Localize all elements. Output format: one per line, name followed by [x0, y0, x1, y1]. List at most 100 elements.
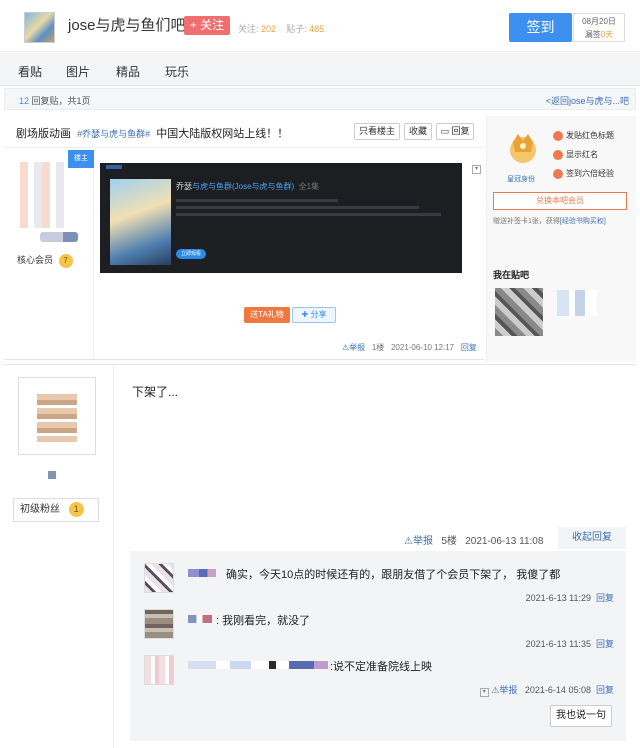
- nav-tab-fun[interactable]: 玩乐: [165, 63, 189, 80]
- followers-label: 关注:: [238, 24, 259, 34]
- video-description: [176, 196, 446, 226]
- post-floor-5: 初级粉丝 1 下架了... ⚠举报 5楼 2021-06-13 11:08 收起…: [4, 364, 636, 748]
- collapse-replies-button[interactable]: 收起回复: [558, 527, 626, 549]
- crown-label: 皇冠身份: [507, 176, 535, 183]
- posts-label: 贴子:: [286, 24, 307, 34]
- username-pixelated[interactable]: [188, 569, 216, 577]
- video-title-highlight: 与虎与鱼群(Jose与虎与鱼群): [192, 182, 295, 191]
- sign-in-button[interactable]: 签到: [509, 13, 572, 42]
- forum-title[interactable]: jose与虎与鱼们吧: [68, 14, 186, 35]
- username-pixelated[interactable]: [40, 232, 78, 242]
- username-pixelated[interactable]: [188, 661, 328, 669]
- fan-badge-label: 初级粉丝: [20, 504, 60, 515]
- video-cover-image[interactable]: [110, 179, 171, 265]
- reply-meta: 2021-6-13 11:29 回复: [526, 591, 614, 604]
- post-content: 下架了...: [132, 385, 179, 399]
- report-link[interactable]: ⚠举报: [491, 685, 517, 695]
- avatar[interactable]: [144, 563, 174, 593]
- post-reply-link[interactable]: 回复: [461, 343, 477, 352]
- video-episodes: 全1集: [298, 182, 320, 191]
- write-reply-button[interactable]: 我也说一句: [550, 705, 612, 727]
- nav-tab-posts[interactable]: 看贴: [18, 63, 42, 80]
- back-to-forum-link[interactable]: <返回jose与虎与...吧: [546, 94, 629, 107]
- avatar[interactable]: [18, 377, 96, 455]
- only-op-button[interactable]: 只看楼主: [354, 123, 400, 140]
- warning-icon: ⚠: [404, 536, 413, 547]
- post-time: 2021-06-10 12:17: [390, 343, 455, 352]
- post-author-panel: 初级粉丝 1: [4, 365, 114, 748]
- reply-count-text: 回复贴，共1页: [31, 96, 91, 106]
- perk-red-name: 显示红名: [553, 149, 598, 160]
- followers-count: 202: [261, 24, 277, 34]
- post-floor: 5楼: [441, 536, 457, 547]
- crown-icon: [510, 134, 536, 163]
- send-gift-button[interactable]: 送TA礼物: [244, 307, 290, 323]
- video-title: 乔瑟与虎与鱼群(Jose与虎与鱼群) 全1集: [176, 181, 319, 192]
- forum-stats: 关注: 202 贴子: 485: [238, 22, 324, 35]
- medal-icon: [553, 168, 563, 179]
- sign-missing-days: 0天: [600, 30, 614, 39]
- thread-title: 剧场版动画 #乔瑟与虎与鱼群# 中国大陆版权网站上线！！: [16, 125, 288, 141]
- reply-meta: 2021-6-13 11:35 回复: [526, 637, 614, 650]
- username-pixelated[interactable]: [48, 471, 56, 479]
- post-time: 2021-06-13 11:08: [465, 536, 544, 547]
- redeem-vip-button[interactable]: 兑换本吧会员: [493, 192, 627, 210]
- reply-link[interactable]: 回复: [596, 639, 614, 649]
- reply-text: 确实，今天10点的时候还有的，跟朋友借了个会员下架了， 我傻了都: [226, 569, 561, 581]
- post-author-panel: 楼主 核心会员 7: [4, 150, 94, 360]
- video-card-tab: [106, 165, 122, 169]
- posts-count: 485: [309, 24, 325, 34]
- member-badge: 核心会员 7: [14, 252, 73, 269]
- perk-red-title: 发贴红色标题: [553, 130, 614, 141]
- video-play-button[interactable]: 立即观看: [176, 249, 206, 259]
- exp-book-link[interactable]: [经验书购买权]: [560, 218, 606, 225]
- thread-tag[interactable]: #乔瑟与虎与鱼群#: [77, 129, 150, 139]
- member-badge-label: 核心会员: [17, 255, 54, 265]
- reply-time: 2021-6-13 11:35: [525, 639, 591, 649]
- avatar[interactable]: [495, 288, 543, 336]
- reply-count: 12 回复贴，共1页: [19, 94, 91, 107]
- reply-list: 确实，今天10点的时候还有的，跟朋友借了个会员下架了， 我傻了都 2021-6-…: [130, 551, 626, 741]
- post-meta: ⚠举报 5楼 2021-06-13 11:08: [404, 532, 543, 547]
- avatar[interactable]: [144, 655, 174, 685]
- perk-label: 显示红名: [566, 150, 598, 159]
- thread-category: 剧场版动画: [16, 128, 71, 140]
- follow-button[interactable]: + 关注: [184, 16, 230, 35]
- reply-link[interactable]: 回复: [596, 685, 614, 695]
- share-label: 分享: [310, 310, 327, 319]
- username-pixelated[interactable]: [188, 615, 212, 623]
- report-link[interactable]: ⚠举报: [404, 536, 433, 547]
- favorite-button[interactable]: 收藏: [404, 123, 432, 140]
- report-label: 举报: [499, 685, 518, 695]
- dropdown-arrow-icon[interactable]: ▾: [479, 688, 489, 697]
- perk-label: 签到六倍经验: [566, 169, 614, 178]
- video-card[interactable]: 乔瑟与虎与鱼群(Jose与虎与鱼群) 全1集 立即观看: [100, 163, 462, 273]
- report-link[interactable]: ⚠举报: [342, 343, 365, 352]
- username-pixelated[interactable]: [557, 290, 597, 316]
- thread-title-bar: 剧场版动画 #乔瑟与虎与鱼群# 中国大陆版权网站上线！！ 只看楼主 收藏 ▭ 回…: [4, 116, 484, 148]
- nav-tab-featured[interactable]: 精品: [116, 63, 140, 80]
- reply-time: 2021-6-14 05:08: [524, 685, 591, 695]
- avatar[interactable]: [20, 162, 64, 228]
- report-label: 举报: [349, 343, 366, 352]
- reply-link[interactable]: 回复: [596, 593, 614, 603]
- reply-count-number: 12: [19, 96, 30, 106]
- video-title-prefix: 乔瑟: [176, 182, 192, 191]
- nav-tab-images[interactable]: 图片: [66, 63, 90, 80]
- my-forum-title: 我在贴吧: [493, 270, 530, 280]
- medal-icon: [553, 130, 563, 141]
- perk-label: 发贴红色标题: [566, 131, 614, 140]
- list-item: :说不定准备院线上映 ▾ ⚠举报 2021-6-14 05:08 回复: [144, 655, 614, 697]
- report-label: 举报: [412, 536, 433, 547]
- sign-date: 08月20日: [582, 17, 616, 26]
- reply-button[interactable]: ▭ 回复: [436, 123, 474, 140]
- reply-count-bar: 12 回复贴，共1页 <返回jose与虎与...吧: [4, 88, 636, 110]
- vip-gift-text: 赠送补签卡1张，获得[经验书购买权]: [493, 216, 606, 226]
- reply-text: : 我刚看完，就没了: [216, 615, 311, 627]
- avatar[interactable]: [144, 609, 174, 639]
- forum-logo[interactable]: [24, 12, 55, 43]
- dropdown-arrow-icon[interactable]: ▾: [472, 165, 481, 174]
- vip-gift-description: 赠送补签卡1张，获得: [493, 218, 560, 225]
- fan-badge: 初级粉丝 1: [13, 498, 99, 522]
- share-button[interactable]: ✚ 分享: [292, 307, 336, 323]
